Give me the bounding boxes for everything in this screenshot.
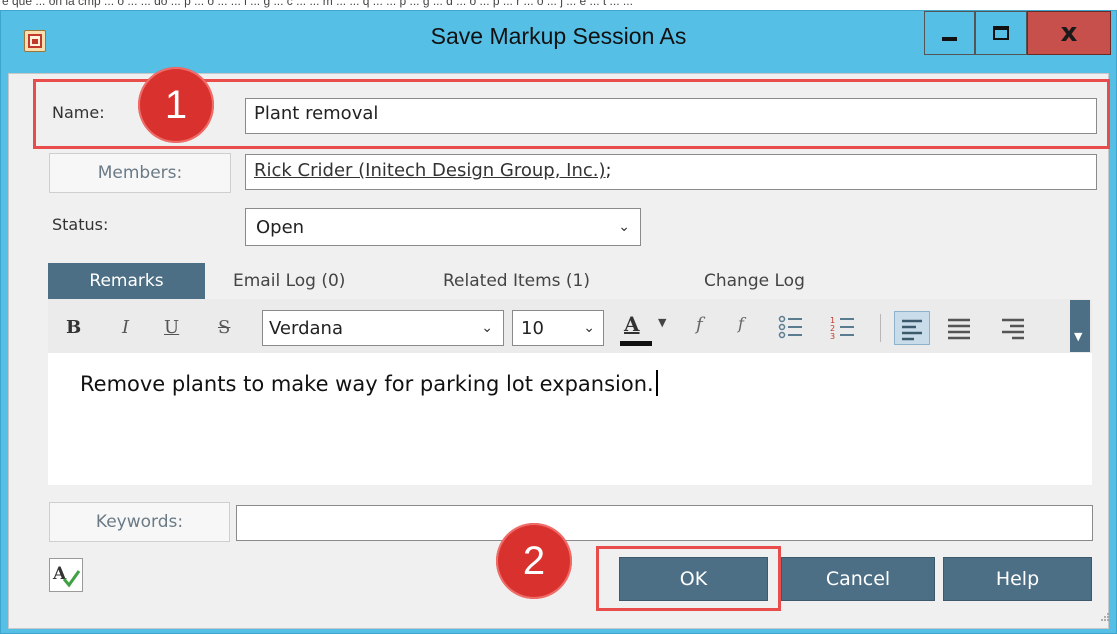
align-right-icon[interactable] — [998, 313, 1028, 343]
spell-check-icon: A — [52, 564, 81, 588]
font-color-icon: A — [624, 312, 640, 336]
status-select[interactable]: Open ⌄ — [245, 208, 641, 246]
align-left-button[interactable] — [894, 311, 930, 345]
minimize-icon — [942, 37, 957, 41]
remarks-text[interactable]: Remove plants to make way for parking lo… — [80, 370, 658, 396]
font-color-button[interactable]: A ▼ — [620, 310, 674, 346]
tab-related-items[interactable]: Related Items (1) — [443, 263, 653, 299]
help-button[interactable]: Help — [943, 557, 1092, 601]
maximize-icon — [993, 26, 1009, 40]
toolbar-overflow-button[interactable]: ▼ — [1070, 300, 1090, 352]
spell-check-button[interactable]: A — [49, 558, 83, 592]
tab-remarks[interactable]: Remarks — [48, 263, 205, 299]
italic-button[interactable]: I — [122, 317, 129, 338]
chevron-down-icon: ⌄ — [481, 320, 493, 336]
function-format-icon[interactable]: f — [738, 314, 744, 333]
svg-text:3: 3 — [830, 332, 835, 340]
status-label: Status: — [52, 215, 109, 234]
keywords-button[interactable]: Keywords: — [49, 502, 230, 542]
members-button[interactable]: Members: — [49, 153, 231, 193]
members-separator: ; — [605, 160, 612, 181]
text-caret — [655, 370, 658, 396]
annotation-badge-2: 2 — [496, 523, 572, 599]
close-icon: x — [1060, 18, 1078, 48]
caret-down-icon: ▼ — [658, 316, 667, 329]
align-center-icon[interactable] — [944, 313, 974, 343]
chevron-down-icon: ⌄ — [618, 219, 630, 235]
minimize-button[interactable] — [924, 11, 975, 55]
keywords-input[interactable] — [236, 505, 1093, 541]
tab-email-log[interactable]: Email Log (0) — [233, 263, 403, 299]
close-button[interactable]: x — [1027, 11, 1111, 55]
background-document-caption: e que ... on la cmp ... o ... ... do ...… — [0, 0, 1117, 10]
underline-button[interactable]: U — [164, 317, 179, 338]
tab-change-log[interactable]: Change Log — [704, 263, 854, 299]
members-field: Rick Crider (Initech Design Group, Inc.)… — [245, 154, 1097, 190]
chevron-down-icon: ⌄ — [583, 320, 595, 336]
member-link[interactable]: Rick Crider (Initech Design Group, Inc.) — [254, 160, 606, 181]
status-value: Open — [256, 217, 305, 238]
font-size-select[interactable]: 10 ⌄ — [512, 310, 604, 346]
resize-grip-icon[interactable] — [1100, 612, 1110, 622]
overflow-icon: ▼ — [1074, 330, 1083, 343]
bullet-list-icon[interactable] — [778, 314, 804, 340]
font-family-value: Verdana — [269, 318, 343, 339]
font-family-select[interactable]: Verdana ⌄ — [262, 310, 504, 346]
maximize-button[interactable] — [975, 11, 1027, 55]
annotation-badge-1: 1 — [138, 67, 214, 143]
toolbar-divider — [880, 314, 881, 342]
cancel-button[interactable]: Cancel — [781, 557, 935, 601]
strikethrough-button[interactable]: S — [218, 317, 230, 338]
bold-button[interactable]: B — [66, 317, 81, 338]
function-icon[interactable]: f — [696, 314, 703, 335]
align-left-icon — [902, 319, 922, 341]
annotation-highlight-ok — [596, 546, 781, 611]
font-size-value: 10 — [521, 318, 544, 339]
numbered-list-icon[interactable]: 1 2 3 — [830, 314, 856, 340]
